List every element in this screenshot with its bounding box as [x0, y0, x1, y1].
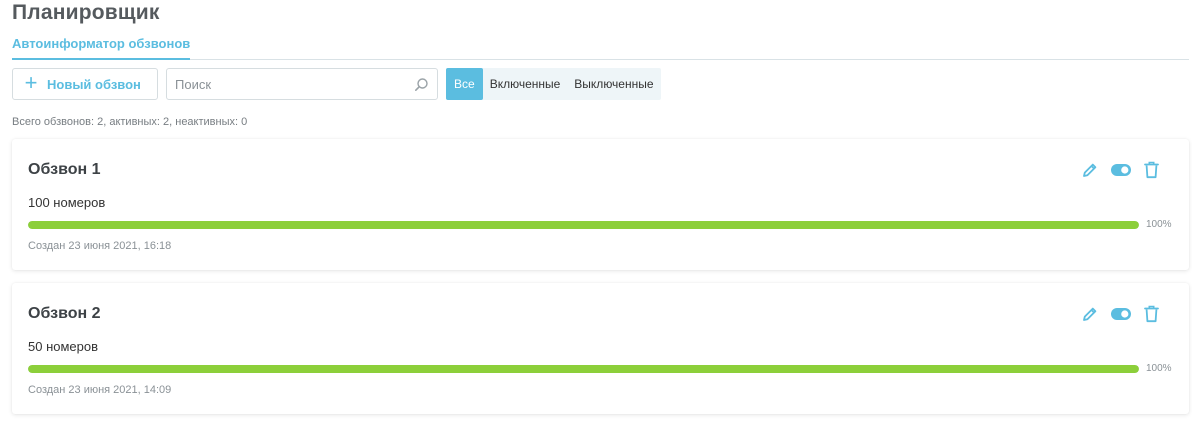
progress-fill: [28, 221, 1139, 229]
edit-button[interactable]: [1080, 304, 1100, 324]
campaign-numbers: 100 номеров: [28, 195, 106, 210]
new-call-button[interactable]: + Новый обзвон: [12, 68, 158, 100]
page-title: Планировщик: [12, 1, 160, 24]
campaign-card: Обзвон 2 50 номеров 100% Создан 23 июня …: [12, 283, 1189, 414]
toggle-icon: [1111, 164, 1131, 176]
campaign-name: Обзвон 2: [28, 305, 101, 322]
filter-enabled[interactable]: Включенные: [483, 68, 568, 100]
search-input[interactable]: [167, 69, 397, 99]
created-date: Создан 23 июня 2021, 14:09: [28, 384, 172, 396]
filter-disabled[interactable]: Выключенные: [567, 68, 660, 100]
progress-bar: [28, 221, 1139, 229]
pencil-icon: [1083, 163, 1097, 177]
progress-percent: 100%: [1146, 363, 1172, 374]
enable-toggle[interactable]: [1110, 304, 1132, 324]
page: Планировщик Автоинформатор обзвонов + Но…: [0, 0, 1192, 425]
delete-button[interactable]: [1143, 160, 1159, 180]
delete-button[interactable]: [1143, 304, 1159, 324]
new-call-button-label: Новый обзвон: [47, 76, 141, 92]
created-date: Создан 23 июня 2021, 16:18: [28, 240, 172, 252]
toggle-icon: [1111, 308, 1131, 320]
campaign-card: Обзвон 1 100 номеров 100% Создан 23 июня…: [12, 139, 1189, 270]
pencil-icon: [1083, 307, 1097, 321]
toolbar: + Новый обзвон Все Включенные Выключенны…: [12, 68, 712, 100]
filter-all[interactable]: Все: [446, 68, 483, 100]
edit-button[interactable]: [1080, 160, 1100, 180]
campaign-name: Обзвон 1: [28, 161, 101, 178]
search-icon[interactable]: [414, 77, 429, 92]
search-box: [166, 68, 438, 100]
tab-autoinformer[interactable]: Автоинформатор обзвонов: [12, 36, 191, 60]
progress-percent: 100%: [1146, 219, 1172, 230]
plus-icon: +: [24, 70, 38, 95]
campaign-summary: Всего обзвонов: 2, активных: 2, неактивн…: [12, 116, 248, 128]
campaign-actions: [1080, 304, 1159, 324]
campaign-numbers: 50 номеров: [28, 339, 99, 354]
progress-fill: [28, 365, 1139, 373]
campaign-actions: [1080, 160, 1159, 180]
enable-toggle[interactable]: [1110, 160, 1132, 180]
trash-icon: [1143, 161, 1159, 179]
tab-bar: Автоинформатор обзвонов: [12, 36, 1189, 60]
trash-icon: [1143, 305, 1159, 323]
progress-bar: [28, 365, 1139, 373]
status-filter: Все Включенные Выключенные: [446, 68, 661, 100]
